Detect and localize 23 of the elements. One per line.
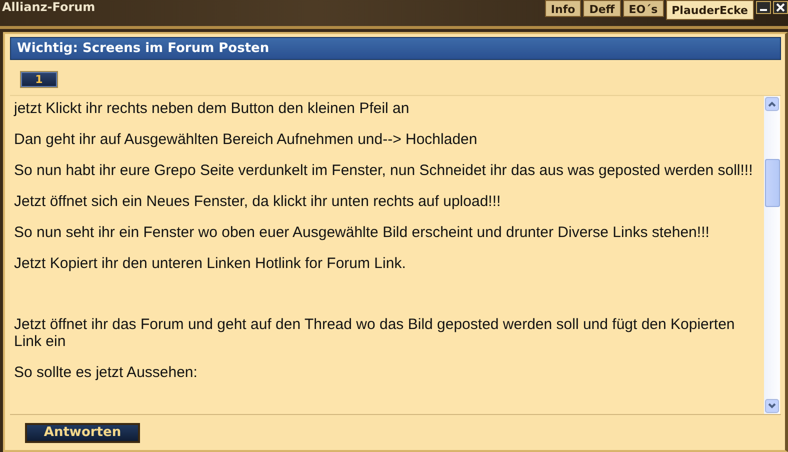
minimize-button[interactable] xyxy=(756,1,771,14)
close-button[interactable] xyxy=(773,1,788,14)
tab[interactable]: Deff xyxy=(583,0,621,17)
tab[interactable]: PlauderEcke xyxy=(666,0,754,20)
scrollbar[interactable] xyxy=(764,96,780,414)
post-paragraph: Jetzt öffnet sich ein Neues Fenster, da klickt ihr unten rechts auf upload!!! xyxy=(14,193,502,210)
scroll-up-icon[interactable] xyxy=(765,97,779,111)
tab[interactable]: Info xyxy=(544,0,582,17)
tab[interactable]: EO´s xyxy=(622,0,664,17)
close-icon xyxy=(776,3,785,12)
page-button[interactable]: 1 xyxy=(20,71,58,88)
post-paragraph: jetzt Klickt ihr rechts neben dem Button den kleinen Pfeil an xyxy=(14,100,410,117)
window-title: Allianz-Forum xyxy=(1,1,96,13)
thread-title: Wichtig: Screens im Forum Posten xyxy=(10,37,781,60)
scroll-down-icon[interactable] xyxy=(765,399,779,413)
post-paragraph: So sollte es jetzt Aussehen: xyxy=(14,364,198,381)
post-paragraph: So nun seht ihr ein Fenster wo oben euer Ausgewählte Bild erscheint und drunter Diverse Links stehen!!! xyxy=(14,224,710,241)
post-paragraph: So nun habt ihr eure Grepo Seite verdunkelt im Fenster, nun Schneidet ihr das aus was geposted werden soll!!! xyxy=(14,162,754,179)
reply-button[interactable]: Antworten xyxy=(25,422,140,442)
scroll-thumb[interactable] xyxy=(765,159,780,207)
post-paragraph: Dan geht ihr auf Ausgewählten Bereich Aufnehmen und--> Hochladen xyxy=(14,131,478,148)
post-paragraph: Jetzt Kopiert ihr den unteren Linken Hotlink for Forum Link. xyxy=(14,255,407,272)
post-paragraph: Jetzt öffnet ihr das Forum und geht auf den Thread wo das Bild geposted werden soll und fügt den Kopierten Link ein xyxy=(14,315,736,350)
